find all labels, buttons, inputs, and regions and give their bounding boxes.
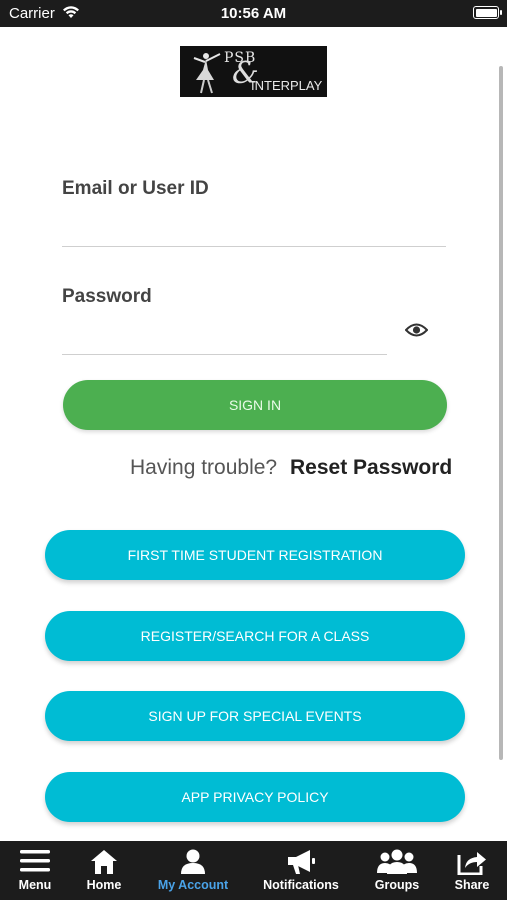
user-icon [148, 849, 238, 875]
dancer-icon [193, 53, 221, 94]
tab-notifications[interactable]: Notifications [253, 841, 349, 900]
tab-my-account[interactable]: My Account [148, 841, 238, 900]
tab-groups[interactable]: Groups [365, 841, 429, 900]
having-trouble-text: Having trouble? [130, 456, 278, 479]
logo-text-interplay: INTERPLAY [251, 78, 323, 93]
clock: 10:56 AM [220, 5, 287, 22]
privacy-policy-button[interactable]: APP PRIVACY POLICY [45, 772, 465, 822]
tab-my-account-label: My Account [157, 878, 229, 892]
battery-icon [473, 6, 502, 19]
special-events-button[interactable]: SIGN UP FOR SPECIAL EVENTS [45, 691, 465, 741]
tab-menu-label: Menu [18, 878, 52, 892]
reset-password-link[interactable]: Reset Password [290, 456, 452, 480]
show-password-eye-icon[interactable] [404, 322, 429, 343]
scrollbar[interactable] [499, 66, 503, 760]
status-bar: Carrier 10:56 AM [0, 0, 507, 27]
tab-bar: Menu Home My Account Notifications Group… [0, 841, 507, 900]
tab-home[interactable]: Home [70, 841, 138, 900]
tab-menu[interactable]: Menu [0, 841, 70, 900]
tab-home-label: Home [86, 878, 122, 892]
group-icon [365, 849, 429, 875]
email-label: Email or User ID [62, 178, 209, 199]
tab-notifications-label: Notifications [263, 878, 339, 892]
sign-in-button[interactable]: SIGN IN [63, 380, 447, 430]
tab-groups-label: Groups [374, 878, 420, 892]
password-label: Password [62, 286, 152, 307]
tab-share[interactable]: Share [441, 841, 503, 900]
first-time-registration-button[interactable]: FIRST TIME STUDENT REGISTRATION [45, 530, 465, 580]
studio-logo: PSB & INTERPLAY [180, 46, 327, 97]
home-icon [70, 849, 138, 875]
menu-icon [0, 849, 70, 873]
megaphone-icon [253, 849, 349, 875]
share-icon [441, 849, 503, 875]
password-field[interactable] [62, 354, 387, 355]
tab-share-label: Share [454, 878, 490, 892]
email-field[interactable] [62, 246, 446, 247]
register-search-class-button[interactable]: REGISTER/SEARCH FOR A CLASS [45, 611, 465, 661]
